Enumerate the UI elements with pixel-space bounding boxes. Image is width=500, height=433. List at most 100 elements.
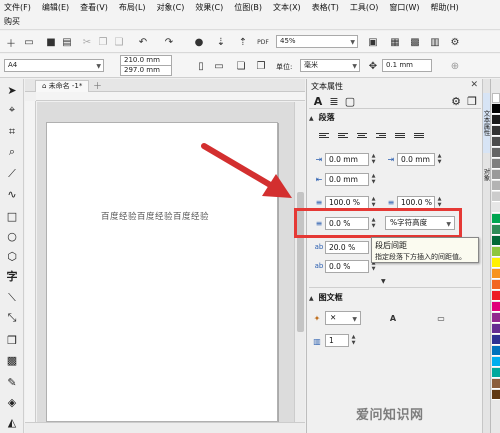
ellipse-tool-icon[interactable]: ○ [5,229,19,243]
paragraph-section-header[interactable]: ▲ 段落 [309,112,481,126]
full-screen-icon[interactable]: ▣ [366,35,380,49]
right-indent-spinner[interactable]: ▲ ▼ [370,173,377,186]
redo-icon[interactable]: ↷ [162,35,176,49]
page-height-field[interactable]: 297.0 mm [120,65,172,76]
vertical-scrollbar[interactable] [294,102,305,422]
artistic-media-icon[interactable]: ∿ [5,187,19,201]
print-icon[interactable]: ▤ [60,35,74,49]
frame-tab-icon[interactable]: ▢ [343,94,357,108]
shape-tool-icon[interactable]: ⌖ [5,103,19,117]
right-indent-field[interactable]: 0.0 mm [325,173,369,186]
background-color-select[interactable]: ✕ ▼ [325,311,361,325]
align-center-button[interactable] [355,129,369,141]
expand-more-icon[interactable]: ▼ [381,278,386,285]
color-swatch[interactable] [492,181,500,191]
color-swatch[interactable] [492,192,500,202]
text-tool-icon[interactable]: 字 [5,269,19,283]
left-indent-field[interactable]: 0.0 mm [325,153,369,166]
eyedropper-icon[interactable]: ✎ [5,375,19,389]
freehand-tool-icon[interactable]: ⟋ [5,167,19,181]
menu-item-10[interactable]: 窗口(W) [389,2,419,13]
menu-item-6[interactable]: 位图(B) [234,2,262,13]
color-swatch[interactable] [492,137,500,147]
justify-button[interactable] [393,129,407,141]
menu-item-5[interactable]: 效果(C) [195,2,223,13]
drop-shadow-icon[interactable]: ❒ [5,333,19,347]
color-swatch[interactable] [492,170,500,180]
import-icon[interactable]: ⇣ [214,35,228,49]
open-folder-icon[interactable]: ▭ [22,35,36,49]
current-page-icon[interactable]: ❐ [254,59,268,73]
color-swatch[interactable] [492,115,500,125]
pick-tool-icon[interactable]: ➤ [5,83,19,97]
polygon-tool-icon[interactable]: ⬡ [5,249,19,263]
search-content-icon[interactable]: ● [192,35,206,49]
export-pdf-icon[interactable]: PDF [256,35,270,49]
menu-item-2[interactable]: 查看(V) [80,2,108,13]
color-swatch[interactable] [492,302,500,312]
columns-spinner[interactable]: ▲ ▼ [350,334,357,347]
panel-options-icon[interactable]: ❐ [465,94,479,108]
color-swatch[interactable] [492,236,500,246]
character-tab-icon[interactable]: A [311,94,325,108]
settings-icon[interactable]: ⚙ [449,94,463,108]
rectangle-tool-icon[interactable]: □ [5,209,19,223]
parallel-dimension-icon[interactable]: ⟍ [5,291,19,305]
color-swatch[interactable] [492,379,500,389]
color-swatch[interactable] [492,104,500,114]
smart-fill-icon[interactable]: ◭ [5,415,19,429]
first-line-indent-spinner[interactable]: ▲ ▼ [436,153,443,166]
horizontal-ruler[interactable] [36,92,305,101]
zoom-level-field[interactable]: 45% ▼ [276,35,358,48]
color-swatch[interactable] [492,93,500,103]
menu-item-buy[interactable]: 购买 [4,16,20,27]
color-swatch[interactable] [492,126,500,136]
frame-section-header[interactable]: ▲ 图文框 [309,292,481,306]
first-line-indent-field[interactable]: 0.0 mm [397,153,435,166]
transparency-icon[interactable]: ▩ [5,353,19,367]
color-swatch[interactable] [492,159,500,169]
align-right-button[interactable] [374,129,388,141]
new-document-icon[interactable]: ＋ [4,35,18,50]
unit-select[interactable]: 毫米 ▼ [300,59,360,72]
color-swatch[interactable] [492,390,500,400]
crop-tool-icon[interactable]: ⌗ [5,125,19,139]
cut-icon[interactable]: ✂ [80,35,94,49]
menu-item-7[interactable]: 文本(X) [273,2,301,13]
color-swatch[interactable] [492,291,500,301]
color-swatch[interactable] [492,346,500,356]
align-left-button[interactable] [336,129,350,141]
character-spacing-field[interactable]: 20.0 % [325,241,369,254]
paragraph-tab-icon[interactable]: ≣ [327,94,341,108]
drawing-canvas[interactable]: 百度经验百度经验百度经验 [37,102,294,422]
document-page[interactable]: 百度经验百度经验百度经验 [46,122,278,422]
show-grid-icon[interactable]: ▩ [408,35,422,49]
color-swatch[interactable] [492,324,500,334]
copy-icon[interactable]: ❐ [96,35,110,49]
landscape-icon[interactable]: ▭ [212,59,226,73]
export-icon[interactable]: ⇡ [236,35,250,49]
document-tab[interactable]: ⌂ 未命名 -1* [35,80,90,92]
vertical-ruler[interactable] [25,101,36,423]
snap-to-icon[interactable]: ▥ [428,35,442,49]
menu-item-1[interactable]: 编辑(E) [42,2,69,13]
color-swatch[interactable] [492,335,500,345]
columns-field[interactable]: 1 [325,334,349,347]
menu-item-3[interactable]: 布局(L) [119,2,146,13]
color-swatch[interactable] [492,247,500,257]
show-rulers-icon[interactable]: ▦ [388,35,402,49]
color-swatch[interactable] [492,203,500,213]
portrait-icon[interactable]: ▯ [194,59,208,73]
menu-item-0[interactable]: 文件(F) [4,2,31,13]
menu-item-9[interactable]: 工具(O) [350,2,379,13]
word-spacing-field[interactable]: 0.0 % [325,260,369,273]
color-swatch[interactable] [492,148,500,158]
no-alignment-button[interactable] [317,129,331,141]
nudge-distance-field[interactable]: 0.1 mm [382,59,432,72]
force-justify-button[interactable] [412,129,426,141]
zoom-tool-icon[interactable]: ⌕ [5,145,19,159]
color-swatch[interactable] [492,357,500,367]
text-direction-icon[interactable]: A [387,312,399,324]
paste-icon[interactable]: ❑ [112,35,126,49]
color-swatch[interactable] [492,280,500,290]
